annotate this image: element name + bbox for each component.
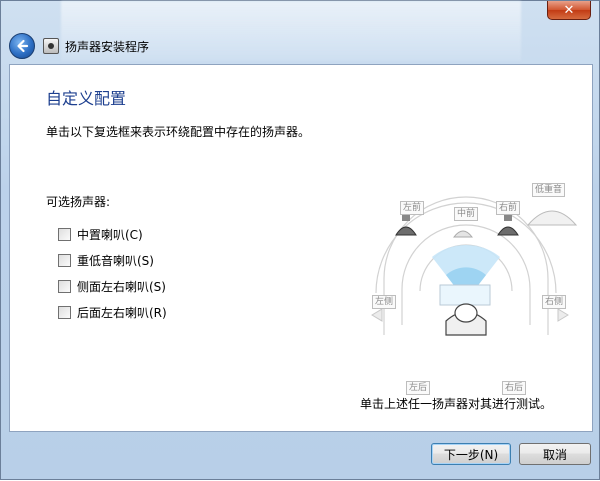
optional-speakers-label: 可选扬声器:	[46, 195, 111, 209]
rear-speakers-checkbox[interactable]	[58, 305, 71, 319]
option-label: 后面左右喇叭(R)	[77, 305, 167, 320]
option-side-speakers[interactable]: 侧面左右喇叭(S)	[58, 273, 167, 299]
option-label: 侧面左右喇叭(S)	[77, 279, 166, 294]
front-right-speaker-icon	[497, 213, 519, 236]
listener-head-icon	[445, 303, 487, 336]
center-speaker-icon	[452, 230, 474, 238]
center-speaker-checkbox[interactable]	[58, 227, 71, 241]
speaker-setup-window: ✕ 扬声器安装程序 自定义配置 单击以下复选框来表示环绕配置中存在的扬声器。 可…	[0, 0, 600, 480]
center-speaker-label[interactable]: 中前	[454, 207, 479, 221]
cancel-button[interactable]: 取消	[519, 443, 591, 465]
next-button[interactable]: 下一步(N)	[431, 443, 511, 465]
back-button[interactable]	[9, 33, 35, 59]
side-left-speaker-label[interactable]: 左侧	[372, 295, 397, 309]
option-center-speaker[interactable]: 中置喇叭(C)	[58, 221, 167, 247]
option-subwoofer[interactable]: 重低音喇叭(S)	[58, 247, 167, 273]
front-left-speaker-label[interactable]: 左前	[400, 201, 425, 215]
speaker-options-list: 中置喇叭(C) 重低音喇叭(S) 侧面左右喇叭(S) 后面左右喇叭(R)	[58, 221, 167, 325]
back-arrow-icon	[17, 39, 29, 53]
close-icon: ✕	[563, 2, 575, 18]
option-label: 重低音喇叭(S)	[77, 253, 154, 268]
side-right-speaker-label[interactable]: 右侧	[542, 295, 567, 309]
instruction-text: 单击以下复选框来表示环绕配置中存在的扬声器。	[46, 125, 311, 139]
option-label: 中置喇叭(C)	[77, 227, 143, 242]
side-left-speaker-icon	[371, 308, 383, 322]
subwoofer-icon	[526, 210, 578, 226]
speaker-app-icon	[43, 38, 59, 54]
rear-right-speaker-label[interactable]: 右后	[502, 381, 527, 395]
option-rear-speakers[interactable]: 后面左右喇叭(R)	[58, 299, 167, 325]
page-title: 自定义配置	[46, 89, 127, 108]
subwoofer-label[interactable]: 低重音	[532, 183, 566, 197]
test-hint-text: 单击上述任一扬声器对其进行测试。	[360, 397, 553, 411]
subwoofer-checkbox[interactable]	[58, 253, 71, 267]
close-button[interactable]: ✕	[547, 1, 591, 20]
rear-left-speaker-label[interactable]: 左后	[406, 381, 431, 395]
speaker-layout-diagram: 左前 中前 右前 低重音 左侧 右侧 左后 右后	[362, 125, 578, 395]
header-bar: 扬声器安装程序	[1, 29, 599, 63]
side-right-speaker-icon	[557, 308, 569, 322]
surround-rings-graphic	[371, 196, 578, 336]
window-title: 扬声器安装程序	[65, 39, 150, 54]
side-speakers-checkbox[interactable]	[58, 279, 71, 293]
front-right-speaker-label[interactable]: 右前	[496, 201, 521, 215]
content-panel: 自定义配置 单击以下复选框来表示环绕配置中存在的扬声器。 可选扬声器: 中置喇叭…	[9, 64, 593, 432]
footer-bar: 下一步(N) 取消	[1, 433, 600, 481]
